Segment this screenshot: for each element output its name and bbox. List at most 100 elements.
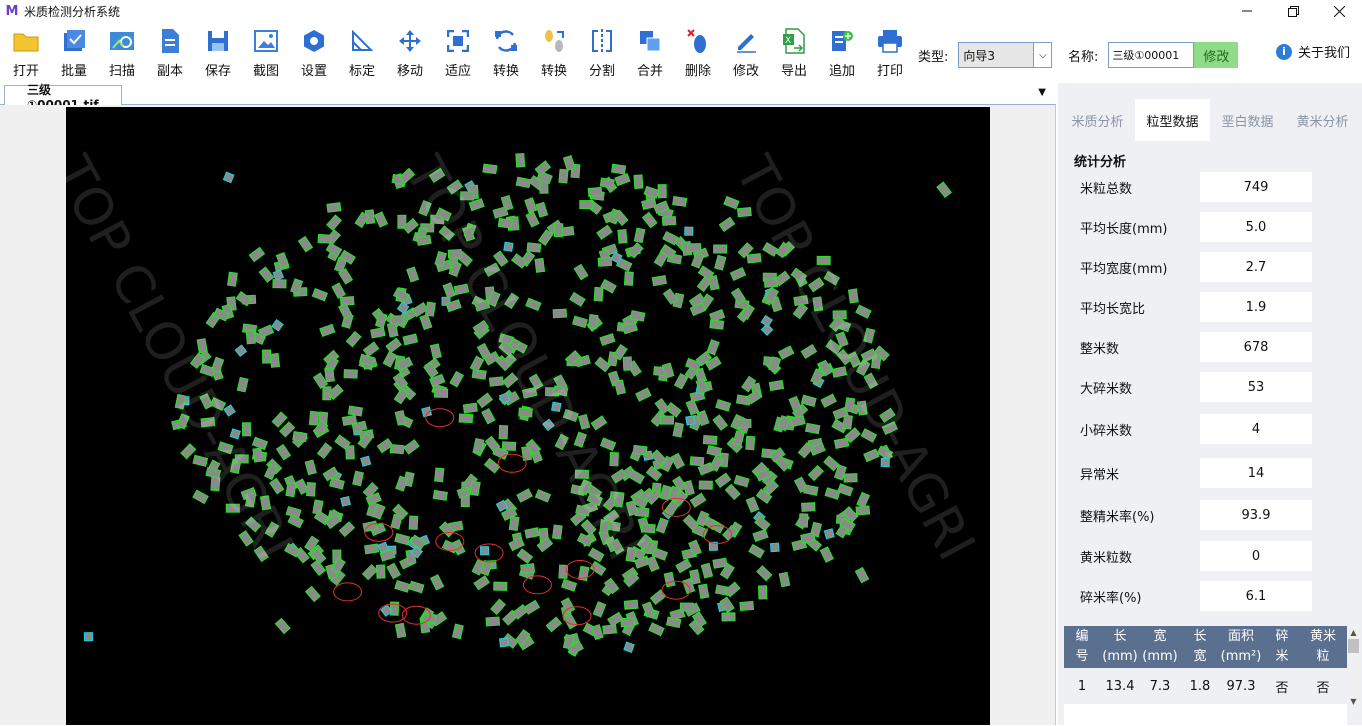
toolbar-button-8[interactable]: 移动 (386, 24, 434, 80)
modify-name-button[interactable]: 修改 (1194, 42, 1239, 68)
rice-grain (236, 376, 249, 393)
toolbar-button-11[interactable]: 转换 (530, 24, 578, 80)
rice-grain (269, 352, 281, 368)
stat-row: 平均长宽比 1.9 (1080, 291, 1320, 323)
fit-icon (444, 27, 472, 55)
chevron-down-icon[interactable]: ⌵ (1033, 43, 1052, 67)
toolbar-button-10[interactable]: 转换 (482, 24, 530, 80)
table-row[interactable]: 1 13.4 7.3 1.8 97.3 否 否 (1064, 668, 1347, 704)
rice-grain (854, 566, 870, 584)
main-toolbar: 打开 批量 扫描 副本 保存 截图 设置 标定 移动 适应 转换 转换 分割 合并 删除 修改 X 导出 追加 打印 … (0, 24, 1362, 80)
grain-table-scrollbar[interactable]: ▲ ▼ (1347, 626, 1360, 708)
rice-grain (258, 266, 275, 283)
toolbar-button-label: 删除 (684, 64, 711, 79)
rice-grain (430, 574, 445, 591)
stat-value: 678 (1200, 332, 1312, 362)
rice-grain (316, 442, 333, 459)
rice-grain (490, 598, 507, 616)
table-cell: 13.4 (1105, 678, 1135, 694)
rice-grain (370, 327, 386, 339)
table-header-cell[interactable]: 碎米 (1262, 626, 1302, 668)
table-header-cell[interactable]: 长 (mm) (1100, 626, 1140, 668)
rice-grain (672, 196, 688, 207)
rice-grain (394, 532, 411, 546)
stat-label: 整米数 (1080, 341, 1120, 357)
scroll-down-icon[interactable]: ▼ (1347, 695, 1360, 708)
rice-grain (706, 444, 723, 457)
rice-grain (285, 481, 297, 498)
rice-grain (718, 216, 736, 232)
export-excel-icon: X (780, 27, 808, 55)
minimize-icon[interactable] (1224, 0, 1270, 22)
rice-grain (481, 407, 496, 425)
toolbar-button-17[interactable]: 追加 (818, 24, 866, 80)
toolbar-button-5[interactable]: 截图 (242, 24, 290, 80)
type-select[interactable]: 向导3 ⌵ (958, 42, 1053, 68)
grain-table-header: 编号长 (mm) 宽 (mm) 长宽面积 (mm²) 碎米黄米粒 (1064, 626, 1347, 668)
rice-grain (492, 206, 509, 219)
table-header-cell[interactable]: 面积 (mm²) (1220, 626, 1262, 668)
rice-grain (308, 410, 320, 426)
toolbar-button-9[interactable]: 适应 (434, 24, 482, 80)
table-header-text: 长 (1193, 629, 1207, 644)
stat-row: 黄米粒数 0 (1080, 540, 1320, 572)
pencil-icon (732, 27, 760, 55)
scroll-up-icon[interactable]: ▲ (1347, 626, 1360, 639)
toolbar-button-13[interactable]: 合并 (626, 24, 674, 80)
toolbar-button-16[interactable]: X 导出 (770, 24, 818, 80)
about-label: 关于我们 (1298, 46, 1351, 61)
table-header-cell[interactable]: 长宽 (1180, 626, 1220, 668)
scroll-thumb[interactable] (1348, 639, 1359, 653)
rice-grain (432, 489, 448, 501)
table-cell: 否 (1316, 680, 1330, 696)
table-header-cell[interactable]: 编号 (1064, 626, 1100, 668)
batch-check-icon (60, 27, 88, 55)
rice-grain (245, 329, 256, 345)
toolbar-button-18[interactable]: 打印 (866, 24, 914, 80)
table-header-cell[interactable]: 宽 (mm) (1140, 626, 1180, 668)
stat-label: 整精米率(%) (1080, 509, 1155, 525)
rice-grain (721, 612, 736, 622)
close-icon[interactable] (1316, 0, 1362, 22)
rice-grain (632, 444, 648, 456)
rice-grain (687, 243, 702, 253)
toolbar-button-12[interactable]: 分割 (578, 24, 626, 80)
table-header-cell[interactable]: 黄米粒 (1302, 626, 1344, 668)
tab-list-dropdown-icon[interactable]: ▼ (1038, 87, 1046, 98)
rice-grain (503, 241, 514, 252)
table-header-text: 编 (1075, 629, 1089, 644)
rice-grain (362, 341, 380, 358)
toolbar-button-14[interactable]: 删除 (674, 24, 722, 80)
stat-label: 大碎米数 (1080, 381, 1133, 397)
rice-grain (745, 496, 760, 513)
panel-tab-1[interactable]: 粒型数据 (1135, 99, 1210, 141)
stat-label: 平均长度(mm) (1080, 221, 1168, 237)
image-viewport[interactable]: TOP CLOUD-AGRI TOP CLOUD-AGRI TOP CLOUD-… (0, 105, 1056, 725)
name-editor: 名称: 三级①00001 修改 (1068, 42, 1239, 68)
toolbar-button-0[interactable]: 打开 (2, 24, 50, 80)
abnormal-grain-outline (333, 582, 363, 602)
toolbar-button-15[interactable]: 修改 (722, 24, 770, 80)
toolbar-button-1[interactable]: 批量 (50, 24, 98, 80)
panel-tab-2[interactable]: 垩白数据 (1210, 99, 1285, 141)
panel-tab-3[interactable]: 黄米分析 (1285, 99, 1360, 141)
rice-grain (798, 513, 809, 528)
panel-tab-0[interactable]: 米质分析 (1060, 99, 1135, 141)
rice-grain (689, 456, 705, 467)
rice-grain (473, 575, 491, 591)
restore-icon[interactable] (1270, 0, 1316, 22)
save-icon (204, 27, 232, 55)
name-input[interactable]: 三级①00001 (1108, 42, 1195, 68)
toolbar-button-4[interactable]: 保存 (194, 24, 242, 80)
stat-row: 米粒总数 749 (1080, 171, 1320, 203)
about-button[interactable]: i 关于我们 (1276, 42, 1350, 61)
document-tab[interactable]: 三级①00001.tif (4, 83, 122, 112)
rice-grain (226, 271, 238, 287)
toolbar-button-3[interactable]: 副本 (146, 24, 194, 80)
rice-sample-image[interactable]: TOP CLOUD-AGRI TOP CLOUD-AGRI TOP CLOUD-… (66, 107, 990, 725)
abnormal-grain-outline (425, 408, 455, 428)
rice-grain (689, 492, 707, 508)
toolbar-button-7[interactable]: 标定 (338, 24, 386, 80)
toolbar-button-6[interactable]: 设置 (290, 24, 338, 80)
toolbar-button-2[interactable]: 扫描 (98, 24, 146, 80)
